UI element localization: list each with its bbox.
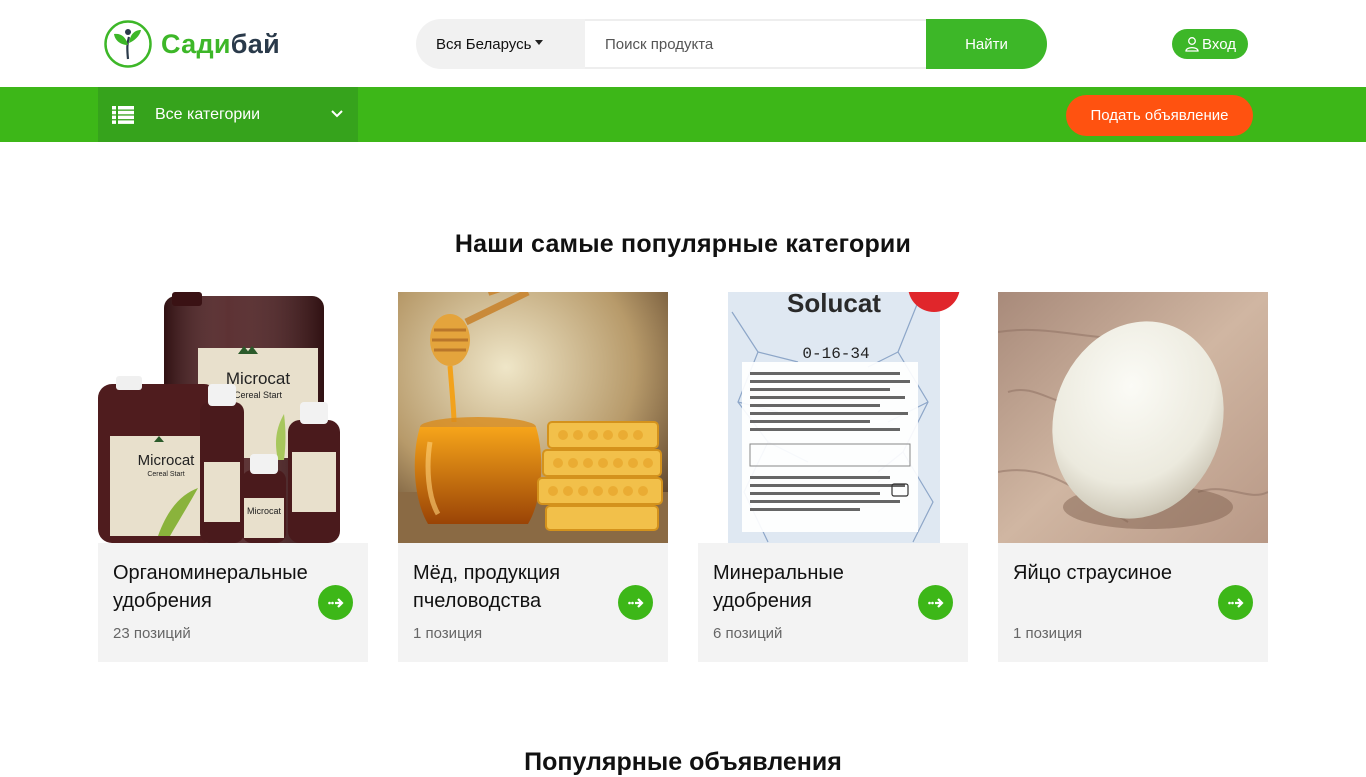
search-button[interactable]: Найти: [926, 19, 1047, 69]
login-label: Вход: [1202, 35, 1236, 53]
post-ad-button[interactable]: Подать объявление: [1066, 95, 1253, 136]
arrow-right-button[interactable]: [918, 585, 953, 620]
user-icon: [1185, 37, 1199, 52]
category-card[interactable]: Мёд, продукция пчеловодства 1 позиция: [398, 292, 668, 662]
arrow-right-icon: [627, 597, 644, 608]
logo-text: Садибай: [161, 29, 280, 60]
fertilizer-canisters-image: Microcat Cereal Start Microcat Cereal St…: [98, 292, 368, 543]
logo[interactable]: Садибай: [103, 18, 293, 70]
honey-jar-image: [398, 292, 668, 543]
site-header: Садибай Вся Беларусь Найти Вход: [0, 0, 1366, 87]
category-count: 23 позиций: [113, 625, 191, 642]
svg-text:Cereal Start: Cereal Start: [234, 390, 283, 400]
svg-text:Microcat: Microcat: [226, 369, 291, 388]
fertilizer-bag-image: Solucat 0-16-34: [698, 292, 968, 543]
category-card[interactable]: Microcat Cereal Start Microcat Cereal St…: [98, 292, 368, 662]
category-name[interactable]: Органоминеральные удобрения: [113, 559, 313, 615]
logo-icon: [104, 20, 152, 68]
svg-text:0-16-34: 0-16-34: [802, 345, 869, 363]
all-categories-dropdown[interactable]: Все категории: [98, 87, 358, 142]
all-categories-label: Все категории: [155, 105, 261, 123]
svg-text:Solucat: Solucat: [787, 292, 881, 318]
category-name[interactable]: Мёд, продукция пчеловодства: [413, 559, 613, 615]
region-label: Вся Беларусь: [436, 35, 532, 53]
svg-text:Microcat: Microcat: [247, 506, 282, 516]
category-name[interactable]: Яйцо страусиное: [1013, 559, 1213, 587]
login-button[interactable]: Вход: [1172, 29, 1248, 59]
category-count: 1 позиция: [1013, 625, 1083, 642]
category-card[interactable]: Яйцо страусиное 1 позиция: [998, 292, 1268, 662]
category-navbar: Все категории Подать объявление: [0, 87, 1366, 142]
category-name[interactable]: Минеральные удобрения: [713, 559, 913, 615]
arrow-right-button[interactable]: [318, 585, 353, 620]
arrow-right-icon: [1227, 597, 1244, 608]
chevron-down-icon: [331, 110, 343, 118]
arrow-right-button[interactable]: [618, 585, 653, 620]
region-select[interactable]: Вся Беларусь: [416, 19, 585, 69]
svg-text:Microcat: Microcat: [138, 452, 196, 469]
logo-text-part1: Сади: [161, 28, 231, 59]
caret-down-icon: [535, 39, 544, 45]
category-count: 1 позиция: [413, 625, 483, 642]
category-card[interactable]: Solucat 0-16-34 Минеральные удобрения 6 …: [698, 292, 968, 662]
category-card-body: Яйцо страусиное 1 позиция: [998, 543, 1268, 662]
category-cards: Microcat Cereal Start Microcat Cereal St…: [98, 292, 1268, 662]
popular-ads-title: Популярные объявления: [524, 748, 842, 776]
ostrich-egg-image: [998, 292, 1268, 543]
category-count: 6 позиций: [713, 625, 783, 642]
category-card-body: Мёд, продукция пчеловодства 1 позиция: [398, 543, 668, 662]
category-card-body: Органоминеральные удобрения 23 позиций: [98, 543, 368, 662]
search-bar: Вся Беларусь Найти: [416, 19, 1047, 69]
arrow-right-button[interactable]: [1218, 585, 1253, 620]
arrow-right-icon: [327, 597, 344, 608]
category-card-body: Минеральные удобрения 6 позиций: [698, 543, 968, 662]
arrow-right-icon: [927, 597, 944, 608]
search-input[interactable]: [585, 19, 926, 69]
svg-text:Cereal Start: Cereal Start: [147, 471, 184, 478]
popular-categories-title: Наши самые популярные категории: [454, 230, 912, 258]
list-icon: [112, 105, 134, 124]
logo-text-part2: бай: [230, 28, 280, 59]
